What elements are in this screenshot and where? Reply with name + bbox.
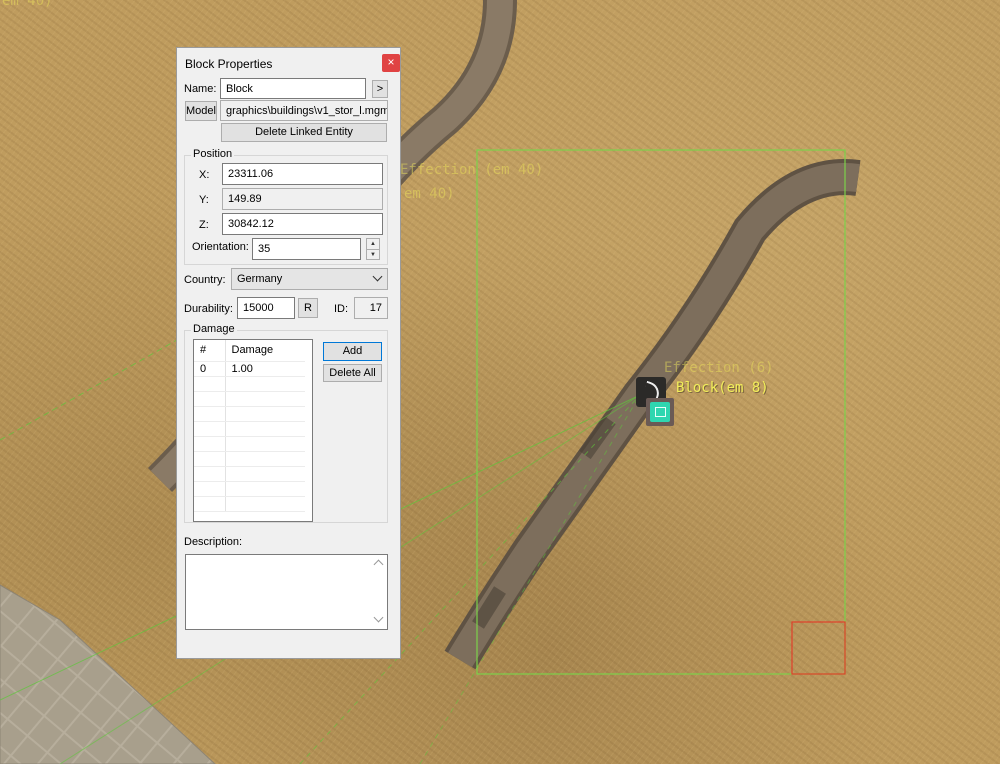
- map-label-em-far: em 40): [404, 186, 455, 202]
- dialog-title: Block Properties: [185, 57, 273, 71]
- delete-linked-entity-button[interactable]: Delete Linked Entity: [221, 123, 387, 142]
- table-row-empty: [194, 376, 305, 392]
- country-select[interactable]: Germany: [231, 268, 388, 290]
- country-select-value: Germany: [237, 273, 283, 285]
- table-row[interactable]: 0 1.00: [194, 361, 305, 377]
- table-row-empty: [194, 481, 305, 497]
- chevron-down-icon: [372, 271, 383, 282]
- y-label: Y:: [199, 194, 209, 206]
- damage-table-header: # Damage: [194, 340, 305, 362]
- x-label: X:: [199, 169, 210, 181]
- damage-table[interactable]: # Damage 0 1.00: [193, 339, 313, 522]
- damage-col-damage[interactable]: Damage: [225, 340, 305, 362]
- name-browse-button[interactable]: >: [372, 80, 388, 98]
- add-damage-button[interactable]: Add: [323, 342, 382, 361]
- scroll-down-icon[interactable]: [373, 612, 384, 623]
- block-properties-dialog: Block Properties × Name: Block > Model g…: [176, 47, 401, 659]
- durability-field[interactable]: 15000: [237, 297, 295, 319]
- guide-line: [419, 394, 641, 764]
- durability-label: Durability:: [184, 303, 233, 315]
- spin-down-icon[interactable]: ▼: [367, 250, 379, 260]
- orientation-label: Orientation:: [192, 241, 249, 253]
- country-label: Country:: [184, 274, 226, 286]
- map-label-effection-far: Effection (em 40): [400, 162, 544, 178]
- map-viewport[interactable]: em 40) Effection (em 40) em 40) Effectio…: [0, 0, 1000, 764]
- table-row-empty: [194, 421, 305, 437]
- position-group-title: Position: [191, 148, 235, 160]
- description-label: Description:: [184, 536, 243, 548]
- reset-durability-button[interactable]: R: [298, 298, 318, 318]
- resize-handle[interactable]: [791, 621, 846, 675]
- model-button[interactable]: Model: [185, 101, 217, 121]
- orientation-field[interactable]: 35: [252, 238, 361, 260]
- map-label-corner: em 40): [2, 0, 53, 9]
- name-label: Name:: [184, 83, 217, 95]
- id-label: ID:: [334, 303, 349, 315]
- table-row-empty: [194, 496, 305, 512]
- map-label-effection-near: Effection (6): [664, 360, 774, 376]
- block-marker-icon[interactable]: [646, 398, 674, 426]
- id-field: 17: [354, 297, 388, 319]
- damage-cell-value[interactable]: 1.00: [225, 361, 305, 377]
- damage-group-title: Damage: [191, 323, 237, 335]
- table-row-empty: [194, 406, 305, 422]
- map-label-block: Block(em 8): [676, 380, 769, 396]
- table-row-empty: [194, 451, 305, 467]
- name-field[interactable]: Block: [220, 78, 366, 99]
- delete-all-damage-button[interactable]: Delete All: [323, 364, 382, 382]
- table-row-empty: [194, 436, 305, 452]
- description-textarea[interactable]: [185, 554, 388, 630]
- z-field[interactable]: 30842.12: [222, 213, 383, 235]
- model-path-field[interactable]: graphics\buildings\v1_stor_l.mgm: [220, 100, 388, 121]
- y-field[interactable]: 149.89: [222, 188, 383, 210]
- close-button[interactable]: ×: [382, 54, 400, 72]
- map-layer: [0, 0, 861, 764]
- damage-col-index[interactable]: #: [194, 340, 226, 362]
- damage-cell-index[interactable]: 0: [194, 361, 226, 377]
- spin-up-icon[interactable]: ▲: [367, 239, 379, 250]
- table-row-empty: [194, 466, 305, 482]
- orientation-spinner[interactable]: ▲ ▼: [366, 238, 380, 260]
- scroll-up-icon[interactable]: [373, 559, 384, 570]
- table-row-empty: [194, 391, 305, 407]
- z-label: Z:: [199, 219, 209, 231]
- x-field[interactable]: 23311.06: [222, 163, 383, 185]
